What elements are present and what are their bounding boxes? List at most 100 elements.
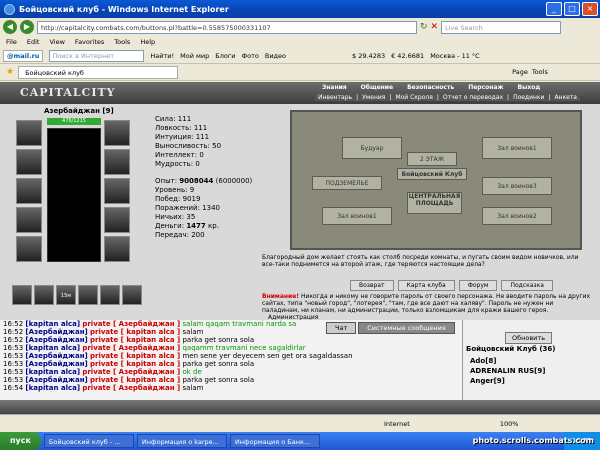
my-world-link[interactable]: Мой мир bbox=[180, 52, 209, 60]
menu-edit[interactable]: Edit bbox=[27, 38, 40, 46]
menu-help[interactable]: Help bbox=[140, 38, 155, 46]
find-button[interactable]: Найти! bbox=[150, 52, 174, 60]
stop-icon[interactable]: ✕ bbox=[431, 22, 439, 32]
quick-slot-3[interactable]: 15м bbox=[56, 285, 76, 305]
member-list: Ado[8] ADRENALIN RUS[9] Anger[9] bbox=[470, 356, 545, 386]
mailru-toolbar: @mail.ru Поиск в Интернет Найти! Мой мир… bbox=[0, 48, 600, 64]
game-logo: CAPITALCITY bbox=[20, 86, 116, 99]
map-boudoir[interactable]: Будуар bbox=[342, 137, 402, 159]
stat-row: Интеллект: 0 bbox=[155, 151, 204, 159]
map-hall2[interactable]: Зал воинов2 bbox=[482, 207, 552, 225]
menu-file[interactable]: File bbox=[6, 38, 17, 46]
menu-tools[interactable]: Tools bbox=[114, 38, 130, 46]
progress-row: Передач: 200 bbox=[155, 231, 205, 239]
taskbar-item[interactable]: Бойцовский клуб - ... bbox=[43, 434, 134, 448]
progress-row: Побед: 9019 bbox=[155, 195, 201, 203]
zoom-level[interactable]: 100% bbox=[500, 420, 519, 428]
character-name[interactable]: Азербайджан [9] bbox=[44, 107, 114, 115]
shield-slot[interactable] bbox=[104, 178, 130, 204]
address-bar[interactable]: http://capitalcity.combats.com/buttons.p… bbox=[37, 20, 417, 34]
taskbar-item[interactable]: Информация о karpe... bbox=[136, 434, 227, 448]
minimize-button[interactable]: _ bbox=[546, 2, 562, 16]
menu-bar: File Edit View Favorites Tools Help bbox=[0, 36, 600, 48]
start-button[interactable]: пуск bbox=[0, 432, 41, 450]
stat-row: Ловкость: 111 bbox=[155, 124, 208, 132]
menu-exit[interactable]: Выход bbox=[517, 84, 540, 91]
weapon-slot[interactable] bbox=[16, 178, 42, 204]
maximize-button[interactable]: □ bbox=[564, 2, 580, 16]
menu-security[interactable]: Безопасность bbox=[407, 84, 454, 91]
quick-slot-6[interactable] bbox=[122, 285, 142, 305]
member-item[interactable]: Anger[9] bbox=[470, 376, 545, 386]
menu-communication[interactable]: Общение bbox=[361, 84, 393, 91]
refresh-button[interactable]: Обновить bbox=[505, 332, 553, 344]
right-equipment bbox=[104, 120, 130, 262]
title-bar: Бойцовский клуб - Windows Internet Explo… bbox=[0, 0, 600, 18]
forward-icon[interactable]: ▶ bbox=[20, 20, 34, 34]
sub-battles[interactable]: Поединки bbox=[513, 94, 544, 101]
chat-line: 16:54 [kapitan alca] private [ Азербайдж… bbox=[3, 384, 204, 392]
hint-button[interactable]: Подсказка bbox=[501, 280, 553, 291]
member-item[interactable]: Ado[8] bbox=[470, 356, 545, 366]
live-search-input[interactable]: Live Search bbox=[441, 20, 562, 34]
menu-view[interactable]: View bbox=[49, 38, 64, 46]
map-hall3[interactable]: Зал воинов3 bbox=[482, 177, 552, 195]
tab-system-messages[interactable]: Системные сообщения bbox=[358, 322, 455, 334]
return-button[interactable]: Возврат bbox=[350, 280, 394, 291]
close-button[interactable]: × bbox=[582, 2, 598, 16]
club-map-button[interactable]: Карта клуба bbox=[397, 280, 455, 291]
blogs-link[interactable]: Блоги bbox=[215, 52, 235, 60]
chat-line: 16:53 [Азербайджан] private [ kapitan al… bbox=[3, 352, 353, 360]
video-link[interactable]: Видео bbox=[265, 52, 286, 60]
map-club[interactable]: Бойцовский Клуб bbox=[397, 168, 467, 180]
forum-button[interactable]: Форум bbox=[458, 280, 498, 291]
quick-slot-2[interactable] bbox=[34, 285, 54, 305]
belt-slot[interactable] bbox=[16, 236, 42, 262]
map-dungeon[interactable]: ПОДЗЕМЕЛЬЕ bbox=[312, 176, 382, 190]
menu-knowledge[interactable]: Знания bbox=[322, 84, 347, 91]
warning-body: Никогда и никому не говорите пароль от с… bbox=[262, 293, 591, 314]
sub-scrolls[interactable]: Мой Скроля bbox=[395, 94, 432, 101]
map-central-square[interactable]: ЦЕНТРАЛЬНАЯ ПЛОЩАДЬ bbox=[407, 192, 462, 214]
sub-skills[interactable]: Умения bbox=[362, 94, 385, 101]
warning-text: Внимание! Никогда и никому не говорите п… bbox=[262, 293, 592, 321]
quick-slot-1[interactable] bbox=[12, 285, 32, 305]
page-menu[interactable]: Page bbox=[512, 68, 528, 76]
map-hall1b[interactable]: Зал воинов1 bbox=[322, 207, 392, 225]
refresh-icon[interactable]: ↻ bbox=[420, 22, 428, 32]
sub-transfers[interactable]: Отчет о переводах bbox=[443, 94, 503, 101]
mailru-logo[interactable]: @mail.ru bbox=[3, 49, 44, 62]
sub-profile[interactable]: Анкета bbox=[554, 94, 577, 101]
usd-rate: $ 29.4283 bbox=[352, 51, 386, 60]
amulet-slot[interactable] bbox=[16, 149, 42, 175]
left-equipment bbox=[16, 120, 42, 262]
pants-slot[interactable] bbox=[104, 207, 130, 233]
taskbar-item[interactable]: Информация о Банк... bbox=[229, 434, 320, 448]
glove-slot[interactable] bbox=[104, 149, 130, 175]
chat-input-bar[interactable] bbox=[0, 400, 600, 414]
tab-combats[interactable]: Бойцовский клуб bbox=[18, 65, 179, 79]
photo-link[interactable]: Фото bbox=[242, 52, 259, 60]
tools-menu[interactable]: Tools bbox=[532, 68, 548, 76]
map-hall1[interactable]: Зал воинов1 bbox=[482, 137, 552, 159]
earring-slot[interactable] bbox=[104, 120, 130, 146]
quick-slot-5[interactable] bbox=[100, 285, 120, 305]
sub-inventory[interactable]: Инвентарь bbox=[318, 94, 352, 101]
chat-line: 16:53 [Азербайджан] private [ kapitan al… bbox=[3, 360, 255, 368]
character-avatar[interactable] bbox=[47, 128, 101, 262]
tab-chat[interactable]: Чат bbox=[326, 322, 357, 334]
favorites-star-icon[interactable]: ★ bbox=[6, 67, 14, 77]
map-floor2[interactable]: 2 ЭТАЖ bbox=[407, 152, 457, 166]
armor-slot[interactable] bbox=[16, 207, 42, 233]
boots-slot[interactable] bbox=[104, 236, 130, 262]
back-icon[interactable]: ◀ bbox=[3, 20, 17, 34]
mailru-search-input[interactable]: Поиск в Интернет bbox=[49, 49, 145, 62]
menu-favorites[interactable]: Favorites bbox=[75, 38, 104, 46]
chat-line: 16:52 [Азербайджан] private [ kapitan al… bbox=[3, 336, 255, 344]
quick-slot-4[interactable] bbox=[78, 285, 98, 305]
helmet-slot[interactable] bbox=[16, 120, 42, 146]
progress-row: Деньги: 1477 кр. bbox=[155, 222, 219, 230]
menu-character[interactable]: Персонаж bbox=[468, 84, 503, 91]
member-item[interactable]: ADRENALIN RUS[9] bbox=[470, 366, 545, 376]
progress-row: Поражений: 1340 bbox=[155, 204, 220, 212]
